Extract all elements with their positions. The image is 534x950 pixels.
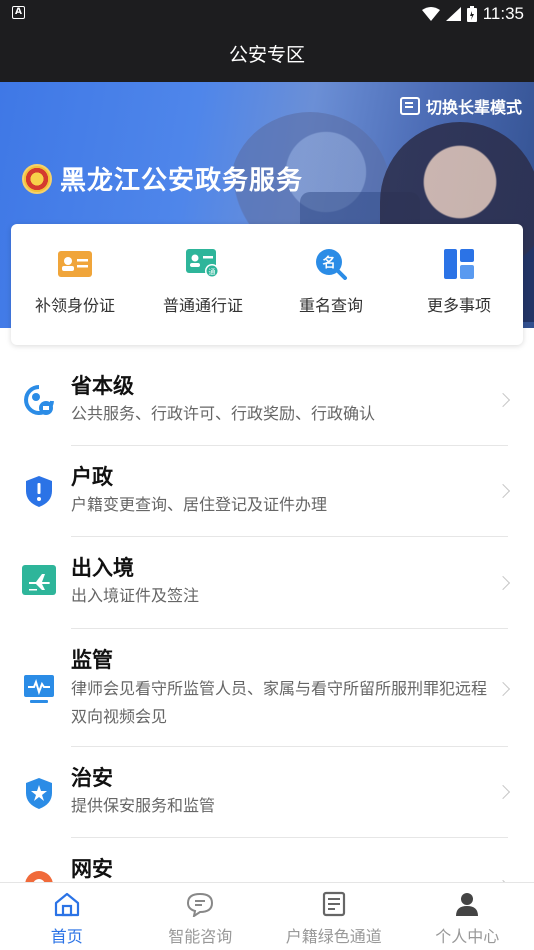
id-card-icon: [58, 248, 92, 280]
signal-icon: [445, 7, 461, 21]
service-title: 监管: [71, 648, 113, 672]
service-list: 省本级 公共服务、行政许可、行政奖励、行政确认 户政 户籍变更查询、居住登记及证…: [0, 355, 534, 899]
bottom-navigation: 首页 智能咨询 户籍绿色通道 个人中心: [0, 882, 534, 950]
status-bar: A 11:35: [0, 0, 534, 28]
service-title: 治安: [71, 766, 113, 790]
quick-actions-card: 补领身份证 通 普通通行证 名 重名查询 更多事项: [11, 224, 523, 345]
police-emblem-icon: [22, 163, 52, 194]
hero-title: 黑龙江公安政务服务: [60, 166, 304, 196]
service-title: 省本级: [71, 374, 134, 398]
nav-personal-center[interactable]: 个人中心: [401, 883, 534, 950]
quick-action-more[interactable]: 更多事项: [395, 224, 523, 345]
service-item-supervision[interactable]: 监管 律师会见看守所监管人员、家属与看守所留所服刑罪犯远程双向视频会见: [0, 629, 534, 747]
quick-action-pass-permit[interactable]: 通 普通通行证: [139, 224, 267, 345]
elder-mode-switch-label: 切换长辈模式: [425, 98, 522, 117]
star-shield-icon: [22, 776, 56, 810]
chevron-right-icon: [495, 392, 511, 408]
service-title: 出入境: [71, 556, 134, 580]
nav-label: 户籍绿色通道: [285, 927, 382, 946]
nav-smart-consult[interactable]: 智能咨询: [134, 883, 268, 950]
quick-action-name-search[interactable]: 名 重名查询: [267, 224, 395, 345]
nav-label: 智能咨询: [168, 927, 233, 946]
service-item-public-security[interactable]: 治安 提供保安服务和监管: [0, 747, 534, 838]
service-item-exit-entry[interactable]: 出入境 出入境证件及签注: [0, 537, 534, 629]
svg-text:通: 通: [209, 267, 216, 276]
home-icon: [54, 892, 79, 917]
service-description: 户籍变更查询、居住登记及证件办理: [71, 495, 328, 514]
battery-icon: [466, 6, 477, 22]
service-description: 公共服务、行政许可、行政奖励、行政确认: [71, 404, 376, 423]
hero-title-group: 黑龙江公安政务服务: [22, 160, 303, 197]
page-title: 公安专区: [0, 28, 534, 82]
quick-action-label: 重名查询: [298, 296, 363, 315]
quick-action-reissue-id[interactable]: 补领身份证: [11, 224, 139, 345]
permit-card-icon: 通: [186, 248, 220, 280]
clock: 11:35: [482, 4, 524, 23]
status-indicators: 11:35: [421, 4, 524, 24]
service-title: 户政: [71, 465, 113, 489]
notification-app-icon: A: [12, 6, 25, 19]
elder-mode-switch-button[interactable]: 切换长辈模式: [399, 94, 522, 118]
person-icon: [456, 893, 479, 916]
service-item-household[interactable]: 户政 户籍变更查询、居住登记及证件办理: [0, 446, 534, 537]
service-description: 律师会见看守所监管人员、家属与看守所留所服刑罪犯远程双向视频会见: [71, 679, 488, 726]
grid-more-icon: [442, 248, 476, 280]
chevron-right-icon: [495, 575, 511, 591]
airplane-icon: [22, 565, 56, 599]
monitor-pulse-icon: [22, 673, 56, 707]
svg-text:名: 名: [322, 255, 335, 271]
nav-household-green-channel[interactable]: 户籍绿色通道: [267, 883, 401, 950]
nav-label: 首页: [50, 927, 83, 946]
document-list-icon: [322, 891, 345, 917]
wifi-icon: [421, 7, 440, 21]
name-search-icon: 名: [314, 248, 348, 280]
quick-action-label: 普通通行证: [162, 296, 243, 315]
quick-action-label: 更多事项: [426, 296, 491, 315]
province-service-icon: [22, 384, 56, 418]
nav-home[interactable]: 首页: [0, 883, 134, 950]
service-title: 网安: [71, 857, 113, 881]
chat-icon: [187, 892, 214, 917]
service-item-province[interactable]: 省本级 公共服务、行政许可、行政奖励、行政确认: [0, 355, 534, 446]
chevron-right-icon: [495, 681, 511, 697]
chevron-right-icon: [495, 483, 511, 499]
household-shield-icon: [22, 474, 56, 508]
switch-mode-icon: [399, 97, 420, 115]
nav-label: 个人中心: [435, 927, 500, 946]
quick-action-label: 补领身份证: [34, 296, 115, 315]
service-description: 提供保安服务和监管: [71, 796, 216, 815]
chevron-right-icon: [495, 784, 511, 800]
service-description: 出入境证件及签注: [71, 586, 200, 605]
